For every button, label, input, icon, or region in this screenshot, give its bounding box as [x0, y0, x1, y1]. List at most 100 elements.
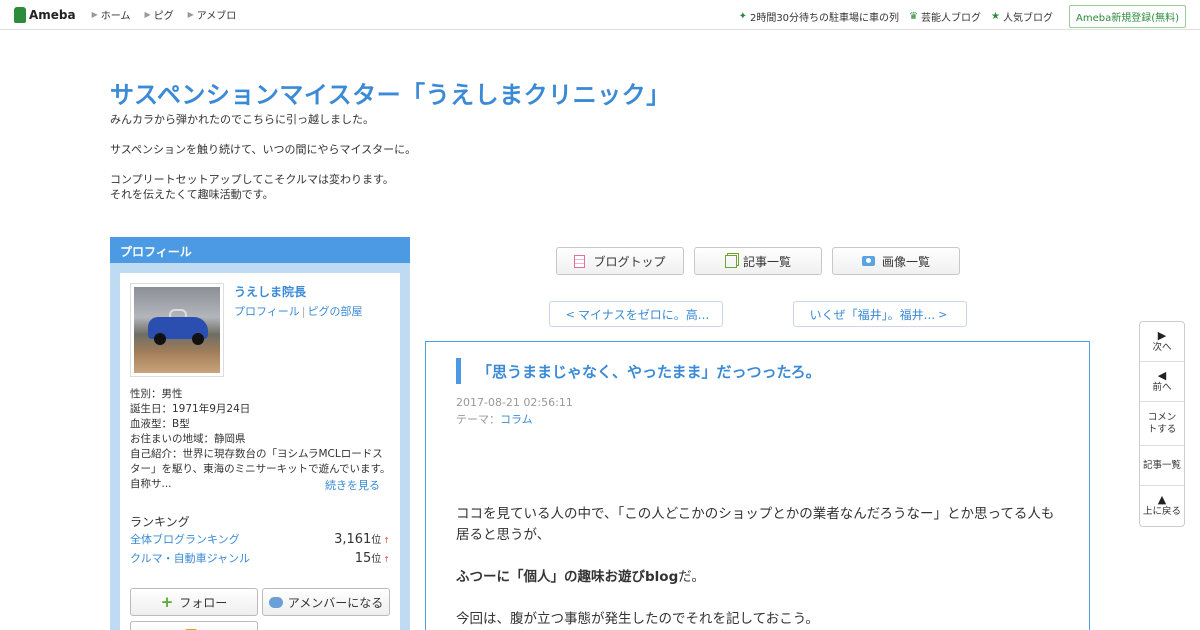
signup-button[interactable]: Ameba新規登録(無料): [1068, 5, 1186, 28]
previous-entry-link[interactable]: < マイナスをゼロに。高...: [549, 301, 723, 327]
chevron-right-icon: ▶: [144, 10, 151, 19]
profile-sidebar: プロフィール うえしま院長 プロフィール | ピグの部屋 性別：男性 誕生日：197…: [110, 237, 410, 630]
blog-top-button[interactable]: ブログトップ: [556, 247, 684, 275]
entry-list-side-label: 記事一覧: [1142, 459, 1181, 471]
desc-line: それを伝えたくて趣味活動です。: [110, 188, 274, 201]
chevron-right-icon: >: [938, 307, 948, 321]
profile-link[interactable]: プロフィール: [234, 305, 300, 318]
popular-blog-link[interactable]: ★ 人気ブログ: [991, 9, 1053, 24]
ameba-logo-icon: [14, 6, 26, 23]
top-bar: Ameba ▶ ホーム ▶ ピグ ▶ アメブロ ✦ 2時間30分待ちの駐車場に車の列 ♛…: [0, 0, 1200, 30]
follow-label: フォロー: [179, 595, 228, 610]
previous-entry-label: マイナスをゼロに。高...: [578, 307, 710, 322]
trend-up-icon: ↑: [383, 555, 390, 564]
genre-ranking-link[interactable]: クルマ・自動車ジャンル: [130, 550, 250, 566]
triangle-right-icon: ▶: [1157, 328, 1167, 342]
floating-nav: ▶ 次へ ◀ 前へ コメントする 記事一覧 ▲ 上に戻る: [1139, 321, 1185, 527]
theme-link[interactable]: コラム: [500, 413, 533, 426]
send-button[interactable]: [130, 621, 258, 630]
camera-icon: [861, 256, 875, 266]
profile-name[interactable]: うえしま院長: [234, 283, 306, 300]
triangle-up-icon: ▲: [1157, 493, 1167, 506]
amember-label: アメンバーになる: [287, 595, 384, 610]
paragraph-tail: だ。: [678, 569, 705, 585]
amember-button[interactable]: アメンバーになる: [262, 588, 390, 616]
profile-links: プロフィール | ピグの部屋: [234, 305, 363, 318]
chat-bubble-icon: [268, 596, 283, 608]
star-icon: ★: [991, 11, 1000, 22]
next-entry-label: いくぜ「福井」。福井...: [809, 307, 936, 322]
ranking-row: 全体ブログランキング 3,161位 ↑: [130, 531, 390, 547]
overall-ranking-link[interactable]: 全体ブログランキング: [130, 531, 240, 547]
article-paragraph: ふつーに「個人」の趣味お遊びblogだ。: [456, 567, 1066, 588]
blog-top-label: ブログトップ: [593, 254, 666, 269]
popular-label: 人気ブログ: [1002, 13, 1053, 24]
profile-birthday: 誕生日：1971年9月24日: [130, 403, 251, 415]
avatar[interactable]: [130, 283, 224, 377]
article-date: 2017-08-21 02:56:11: [456, 396, 573, 409]
crown-icon: ♛: [909, 11, 919, 22]
comment-button[interactable]: コメントする: [1140, 402, 1184, 446]
image-list-button[interactable]: 画像一覧: [832, 247, 960, 275]
article-theme: テーマ：コラム: [456, 411, 533, 427]
entry-list-label: 記事一覧: [742, 254, 791, 269]
ameba-logo[interactable]: Ameba: [14, 6, 76, 23]
profile-card: うえしま院長 プロフィール | ピグの部屋 性別：男性 誕生日：1971年9月24日…: [120, 273, 400, 630]
nav-label: ホーム: [100, 11, 131, 22]
read-more-link[interactable]: 続きを見る: [325, 477, 380, 493]
trend-up-icon: ↑: [383, 536, 390, 545]
document-icon: [574, 254, 586, 268]
ranking-title: ランキング: [130, 515, 190, 529]
trending-topic-link[interactable]: ✦ 2時間30分待ちの駐車場に車の列: [739, 9, 899, 24]
article-paragraph: ココを見ている人の中で、「この人どこかのショップとかの業者なんだろうなー」とか思…: [456, 506, 1055, 543]
follow-button[interactable]: + フォロー: [130, 588, 258, 616]
plus-icon: +: [160, 593, 174, 611]
article-body: ココを見ている人の中で、「この人どこかのショップとかの業者なんだろうなー」とか思…: [456, 504, 1066, 630]
trending-label: 2時間30分待ちの駐車場に車の列: [749, 13, 900, 24]
next-button[interactable]: ▶ 次へ: [1140, 322, 1184, 362]
nav-label: ピグ: [153, 11, 174, 22]
image-list-label: 画像一覧: [881, 254, 930, 269]
rank-number: 15: [354, 551, 372, 566]
next-entry-link[interactable]: いくぜ「福井」。福井... >: [793, 301, 967, 327]
profile-blood: 血液型：B型: [130, 418, 190, 430]
blog-description: みんカラから弾かれたのでこちらに引っ越しました。 サスペンションを触り続けて、い…: [110, 112, 416, 202]
article: 「思うままじゃなく、やったまま」だっつったろ。 2017-08-21 02:56…: [425, 341, 1090, 630]
logo-text: Ameba: [29, 7, 76, 22]
article-paragraph: 今回は、腹が立つ事態が発生したのでそれを記しておこう。: [456, 611, 819, 627]
rank-unit: 位: [371, 554, 382, 565]
chevron-left-icon: <: [565, 307, 575, 321]
avatar-image: [134, 287, 220, 373]
rank-number: 3,161: [334, 532, 372, 547]
celebrity-blog-link[interactable]: ♛ 芸能人ブログ: [909, 9, 981, 24]
profile-heading: プロフィール: [110, 237, 410, 263]
copy-icon: [724, 254, 737, 268]
back-to-top-button[interactable]: ▲ 上に戻る: [1140, 486, 1184, 526]
nav-home[interactable]: ▶ ホーム: [92, 7, 131, 22]
entry-list-button[interactable]: 記事一覧: [694, 247, 822, 275]
pig-room-link[interactable]: ピグの部屋: [308, 305, 363, 318]
chevron-right-icon: ▶: [187, 10, 194, 19]
prev-label: 前へ: [1152, 381, 1172, 393]
back-to-top-label: 上に戻る: [1142, 506, 1181, 517]
article-title[interactable]: 「思うままじゃなく、やったまま」だっつったろ。: [456, 358, 821, 384]
blog-title[interactable]: サスペンションマイスター「うえしまクリニック」: [110, 75, 671, 110]
nav-label: アメブロ: [196, 11, 237, 22]
nav-pig[interactable]: ▶ ピグ: [144, 7, 173, 22]
top-right-links: ✦ 2時間30分待ちの駐車場に車の列 ♛ 芸能人ブログ ★ 人気ブログ Ameba新規…: [729, 5, 1186, 28]
rank-unit: 位: [371, 535, 382, 546]
comment-label: コメントする: [1147, 411, 1177, 435]
profile-region: お住まいの地域：静岡県: [130, 433, 246, 445]
triangle-left-icon: ◀: [1157, 368, 1167, 382]
desc-line: サスペンションを触り続けて、いつの間にやらマイスターに。: [110, 143, 417, 156]
desc-line: みんカラから弾かれたのでこちらに引っ越しました。: [110, 113, 374, 126]
bold-text: ふつーに「個人」の趣味お遊びblog: [456, 569, 679, 585]
nav-ameblo[interactable]: ▶ アメブロ: [188, 7, 237, 22]
ranking-value: 15位 ↑: [355, 550, 390, 566]
chevron-right-icon: ▶: [91, 10, 98, 19]
sparkle-icon: ✦: [738, 11, 747, 22]
entry-list-side-button[interactable]: 記事一覧: [1140, 446, 1184, 486]
next-label: 次へ: [1152, 341, 1172, 353]
prev-button[interactable]: ◀ 前へ: [1140, 362, 1184, 402]
ranking-value: 3,161位 ↑: [334, 531, 390, 547]
